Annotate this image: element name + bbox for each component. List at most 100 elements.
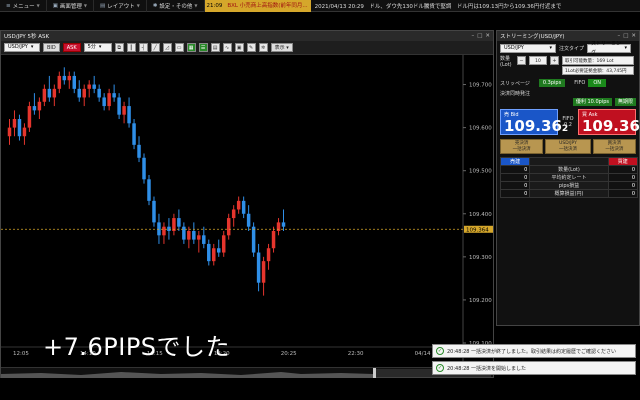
chevron-down-icon: ▼ [83,3,87,8]
settle-sell-button[interactable]: 売決済 一括決済 [500,139,544,154]
zoom-icon[interactable]: ▭ [174,43,184,52]
y-tick-label: 109.600 [469,126,492,132]
candle-body [117,97,121,115]
copy-icon[interactable]: ⧉ [114,43,124,52]
menu-settings[interactable]: ✱ 設定・その他 ▼ [147,0,205,12]
candle-body [167,226,171,231]
chevron-down-icon: ▼ [194,3,198,8]
ask-price-button[interactable]: 買 Ask 109.364 [578,109,640,135]
chart-title-bar[interactable]: USD/JPY 5秒 ASK – □ ✕ [1,31,493,41]
close-icon[interactable]: ✕ [485,33,490,39]
spread-value[interactable]: 優利 10.0pips [572,98,612,106]
candle-body [12,119,17,128]
menu-main[interactable]: ≡ メニュー ▼ [0,0,47,12]
qty-increment-button[interactable]: + [550,56,559,65]
y-tick-label: 109.300 [469,255,492,261]
candle-body [7,127,12,137]
candle-body [162,226,166,236]
candle-body [97,88,101,98]
chevron-down-icon: ▼ [36,3,40,8]
gear-icon: ✱ [152,2,158,9]
fifo-label: FIFO [574,80,586,86]
candle-icon[interactable]: ┃ [126,43,136,52]
close-icon[interactable]: ✕ [631,33,636,39]
notification-settle-start[interactable]: ✓ 20:48:28 一括決済を開始しました [432,361,636,375]
menu-layout[interactable]: ▤ レイアウト ▼ [94,0,147,12]
grid-icon[interactable]: ▦ [186,43,196,52]
ticker-news: 2021/04/13 20:29 ドル、ダウ先130ドル騰貨で堅調 ドル円は10… [314,3,562,10]
chevron-down-icon: ▾ [98,44,102,50]
y-tick-label: 109.400 [469,212,492,218]
candle-body [32,106,37,111]
list-icon[interactable]: ☰ [198,43,208,52]
minimize-icon[interactable]: – [617,33,620,39]
pips-result-overlay: +7.6PIPSでした [43,333,231,361]
x-tick-label: 22:30 [348,351,364,357]
line-icon[interactable]: ╱ [150,43,160,52]
settle-buy-button[interactable]: 買決済 一括決済 [592,139,636,154]
pair-select[interactable]: USD/JPY ▾ [4,43,40,52]
bid-price-button[interactable]: 売 Bid 109.362 [500,109,568,135]
chart-scrollbar[interactable] [1,367,493,378]
slippage-value[interactable]: 0.3pips [538,79,566,87]
candle-body [27,106,32,128]
indicator-icon[interactable]: ∿ [222,43,232,52]
candle-body [231,209,236,219]
table-row: 0 pips損益 0 [499,181,639,190]
candle-body [207,243,211,262]
candle-body [276,222,281,231]
candlestick-chart[interactable]: 109.700 109.600 109.500 109.400 109.300 109.2… [1,55,493,367]
streaming-order-window: ストリーミング(USD/JPY) – □ ✕ USD/JPY ▾ 注文タイプ ストリー… [496,30,640,326]
qty-decrement-button[interactable]: − [517,56,526,65]
bar-icon[interactable]: ┤ [138,43,148,52]
candle-body [77,88,81,98]
candle-body [157,222,161,236]
maximize-icon[interactable]: □ [477,33,482,39]
menu-screen-management[interactable]: ▣ 画面管理 ▼ [47,0,94,12]
interval-select[interactable]: 5分 ▾ [83,43,112,52]
candle-body [107,93,111,107]
pen-icon[interactable]: ✎ [246,43,256,52]
candle-body [182,226,186,240]
settle-all-button[interactable]: USD/JPY 一括決済 [545,139,591,154]
x-tick-label: 12:05 [13,351,29,357]
candle-body [37,101,42,111]
ticker-headline: BXL 小売商上高指数(前年同月... [224,0,311,12]
candle-body [177,218,181,227]
candle-body [22,127,27,137]
spread-indicator: FIFO 0.2 [562,116,574,128]
maximize-icon[interactable]: □ [623,33,628,39]
fifo-toggle[interactable]: ON [588,79,607,87]
candle-body [122,106,126,115]
stream-pair-select[interactable]: USD/JPY ▾ [500,44,556,53]
candle-body [42,88,47,102]
minimize-icon[interactable]: – [471,33,474,39]
candle-body [216,248,221,253]
candle-body [17,119,22,137]
chart-toolbar: USD/JPY ▾ BID ASK 5分 ▾ ⧉ ┃ ┤ ╱ ◿ ▭ ▦ ☰ ▤ ∿… [1,41,493,55]
table-row: 0 数量(Lot) 0 [499,165,639,174]
area-icon[interactable]: ◿ [162,43,172,52]
candle-body [87,84,91,89]
news-ticker[interactable]: 21:09 BXL 小売商上高指数(前年同月... 2021/04/13 20:… [204,0,640,12]
x-tick-label: 20:25 [281,351,297,357]
candle-body [132,123,136,145]
qty-input[interactable]: 10 [529,56,547,65]
order-type-select[interactable]: ストリーミング ▾ [587,41,632,56]
candle-body [281,222,286,227]
settings-icon[interactable]: ✲ [258,43,268,52]
ask-toggle[interactable]: ASK [62,43,81,52]
candle-body [241,200,246,214]
bid-toggle[interactable]: BID [43,43,60,52]
candle-body [226,218,231,236]
buy-header: 買建 [607,157,639,166]
y-tick-label: 109.200 [469,298,492,304]
candle-body [256,252,261,283]
unlimited-button[interactable]: 無期限 [614,98,636,106]
view-button[interactable]: 表示 ▾ [270,43,293,52]
candle-body [202,235,206,244]
table-icon[interactable]: ▤ [210,43,220,52]
notification-settle-complete[interactable]: ✓ 20:48:28 一括決済が終了しました。取引結果は約定履歴でご確認ください [432,344,636,358]
candle-body [261,261,266,283]
image-icon[interactable]: ▣ [234,43,244,52]
